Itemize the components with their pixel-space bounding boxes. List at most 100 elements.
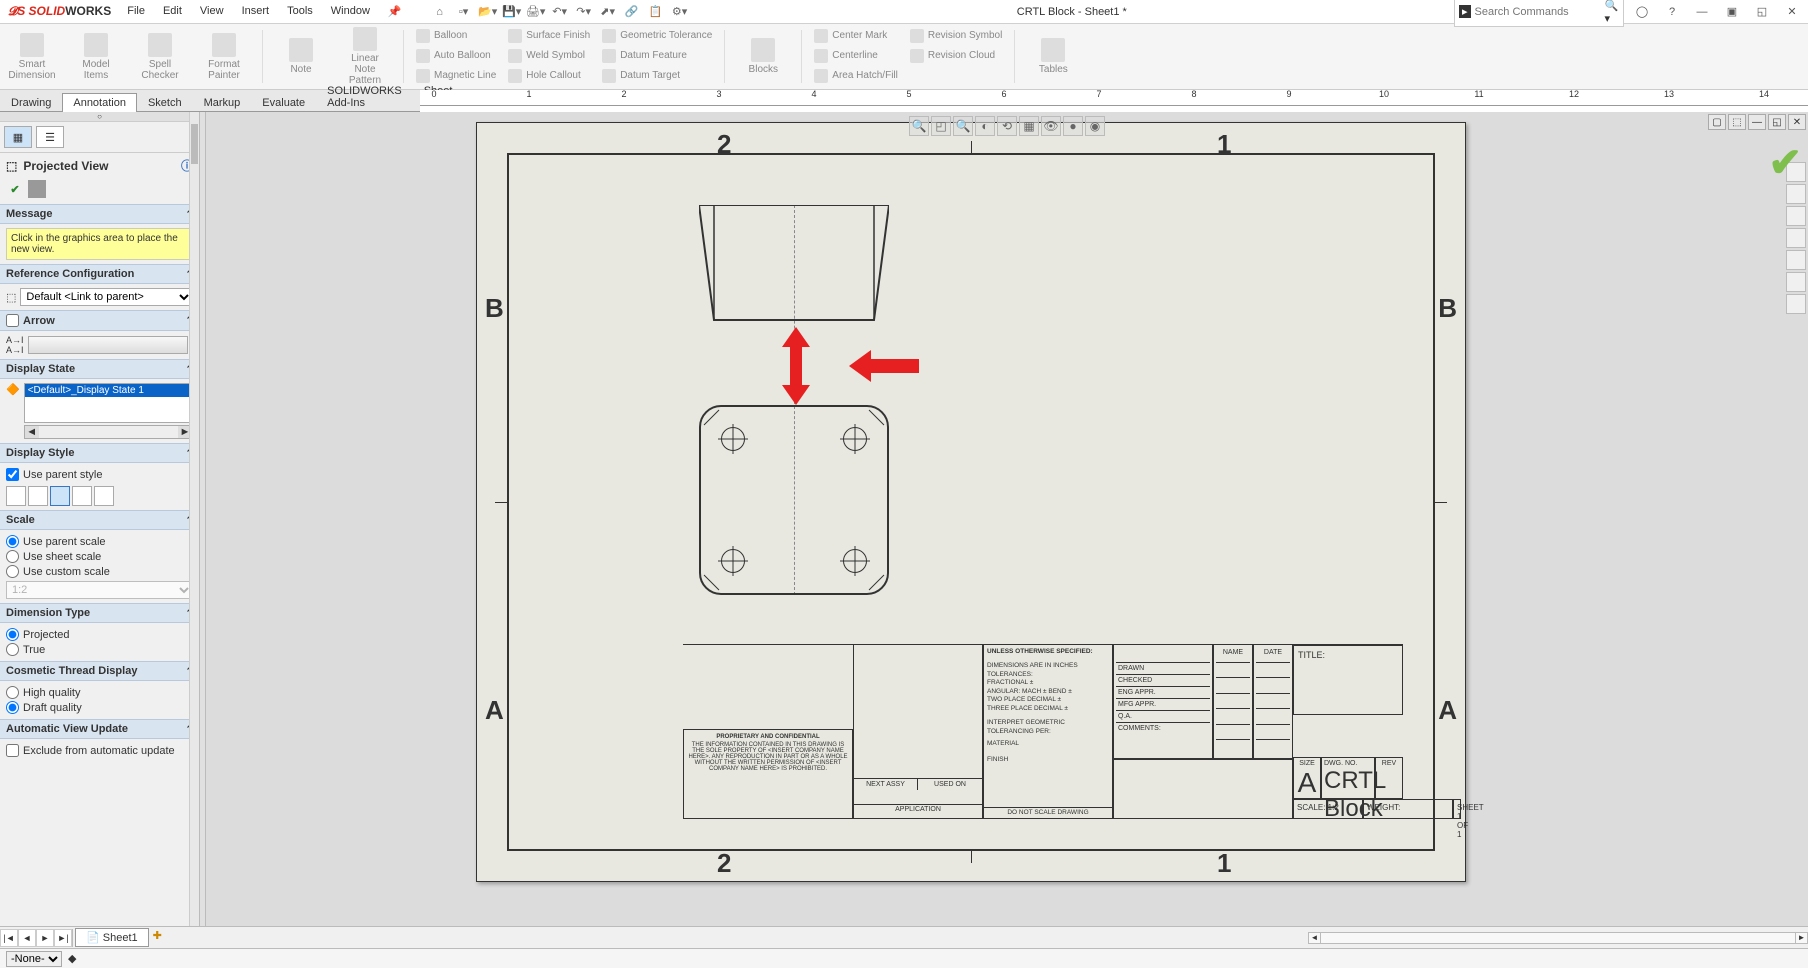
undo-icon[interactable]: ↶▾ — [550, 2, 570, 22]
search-input[interactable] — [1475, 6, 1605, 18]
weld-symbol-button[interactable]: Weld Symbol — [506, 46, 592, 65]
close-icon[interactable]: ✕ — [1780, 2, 1804, 22]
search-icon[interactable]: 🔍▾ — [1605, 0, 1619, 25]
home-icon[interactable]: ⌂ — [430, 2, 450, 22]
auto-balloon-button[interactable]: Auto Balloon — [414, 46, 498, 65]
use-parent-style-checkbox[interactable] — [6, 468, 19, 481]
menu-view[interactable]: View — [192, 2, 232, 21]
arrow-style-field[interactable] — [28, 336, 188, 354]
view-port-min-icon[interactable]: — — [1748, 114, 1766, 130]
view-port-close-icon[interactable]: ✕ — [1788, 114, 1806, 130]
rebuild-icon[interactable]: 🔗 — [622, 2, 642, 22]
true-radio[interactable] — [6, 643, 19, 656]
projected-radio[interactable] — [6, 628, 19, 641]
edit-appearance-icon[interactable]: ● — [1063, 116, 1083, 136]
use-sheet-scale-radio[interactable] — [6, 550, 19, 563]
panel-scrollbar[interactable] — [189, 112, 199, 926]
section-auto-view-update[interactable]: Automatic View Update⌃ — [0, 719, 199, 739]
display-state-scrollbar[interactable]: ◄► — [24, 425, 193, 439]
linear-note-button[interactable]: Linear Note Pattern — [341, 27, 389, 86]
feature-tree-tab-icon[interactable]: ▦ — [4, 126, 32, 148]
view-port-single-icon[interactable]: ▢ — [1708, 114, 1726, 130]
restore-icon[interactable]: ▣ — [1720, 2, 1744, 22]
confirm-corner-ok-icon[interactable]: ✔ — [1768, 140, 1802, 186]
hide-show-icon[interactable]: 👁 — [1041, 116, 1061, 136]
menu-tools[interactable]: Tools — [279, 2, 321, 21]
exclude-auto-checkbox[interactable] — [6, 744, 19, 757]
print-icon[interactable]: 🖨▾ — [526, 2, 546, 22]
user-icon[interactable]: ◯ — [1630, 2, 1654, 22]
apply-scene-icon[interactable]: ◉ — [1085, 116, 1105, 136]
display-state-selected[interactable]: <Default>_Display State 1 — [25, 384, 192, 397]
section-view-icon[interactable]: ◐ — [975, 116, 995, 136]
section-display-state[interactable]: Display State⌃ — [0, 359, 199, 379]
search-commands[interactable]: ▸ 🔍▾ — [1454, 0, 1624, 27]
balloon-button[interactable]: Balloon — [414, 26, 498, 45]
horizontal-scrollbar[interactable]: ◄► — [1308, 932, 1808, 944]
maximize-icon[interactable]: ◱ — [1750, 2, 1774, 22]
save-icon[interactable]: 💾▾ — [502, 2, 522, 22]
sheet-nav-prev-icon[interactable]: ◄ — [18, 929, 36, 947]
revision-cloud-button[interactable]: Revision Cloud — [908, 46, 1004, 65]
center-mark-button[interactable]: Center Mark — [812, 26, 900, 45]
panel-grip[interactable]: ○ — [0, 112, 199, 122]
settings-icon[interactable]: ⚙▾ — [670, 2, 690, 22]
zoom-fit-icon[interactable]: 🔍 — [909, 116, 929, 136]
tab-drawing[interactable]: Drawing — [0, 93, 62, 112]
menu-window[interactable]: Window — [323, 2, 378, 21]
revision-symbol-button[interactable]: Revision Symbol — [908, 26, 1004, 45]
spell-checker-button[interactable]: Spell Checker — [136, 33, 184, 81]
tab-evaluate[interactable]: Evaluate — [251, 93, 316, 112]
model-items-button[interactable]: Model Items — [72, 33, 120, 81]
sheet-nav-next-icon[interactable]: ► — [36, 929, 54, 947]
parent-view[interactable] — [699, 405, 889, 595]
wireframe-style-icon[interactable] — [6, 486, 26, 506]
note-button[interactable]: Note — [277, 38, 325, 75]
sheet-tab-sheet1[interactable]: 📄 Sheet1 — [75, 928, 149, 947]
property-tab-icon[interactable]: ☰ — [36, 126, 64, 148]
add-sheet-icon[interactable]: ✚ — [153, 929, 171, 947]
open-icon[interactable]: 📂▾ — [478, 2, 498, 22]
view-port-link-icon[interactable]: ⬚ — [1728, 114, 1746, 130]
shaded-style-icon[interactable] — [94, 486, 114, 506]
zoom-area-icon[interactable]: ◰ — [931, 116, 951, 136]
reference-config-select[interactable]: Default <Link to parent> — [20, 288, 193, 306]
section-reference-config[interactable]: Reference Configuration⌃ — [0, 264, 199, 284]
ok-button[interactable]: ✔ — [6, 180, 24, 198]
keep-visible-button[interactable] — [28, 180, 46, 198]
high-quality-radio[interactable] — [6, 686, 19, 699]
tab-markup[interactable]: Markup — [193, 93, 252, 112]
datum-target-button[interactable]: Datum Target — [600, 66, 714, 85]
smart-dimension-button[interactable]: Smart Dimension — [8, 33, 56, 81]
menu-edit[interactable]: Edit — [155, 2, 190, 21]
arrow-checkbox[interactable] — [6, 314, 19, 327]
redo-icon[interactable]: ↷▾ — [574, 2, 594, 22]
layer-select[interactable]: -None- — [6, 951, 62, 967]
select-icon[interactable]: ⬈▾ — [598, 2, 618, 22]
section-arrow[interactable]: Arrow⌃ — [0, 310, 199, 331]
section-display-style[interactable]: Display Style⌃ — [0, 443, 199, 463]
draft-quality-radio[interactable] — [6, 701, 19, 714]
tables-button[interactable]: Tables — [1029, 38, 1077, 75]
centerline-button[interactable]: Centerline — [812, 46, 900, 65]
sheet-nav-first-icon[interactable]: |◄ — [0, 929, 18, 947]
sheet-nav-last-icon[interactable]: ►| — [54, 929, 72, 947]
tab-sketch[interactable]: Sketch — [137, 93, 193, 112]
view-orient-icon[interactable]: ⟲ — [997, 116, 1017, 136]
section-scale[interactable]: Scale⌃ — [0, 510, 199, 530]
section-dimension-type[interactable]: Dimension Type⌃ — [0, 603, 199, 623]
menu-file[interactable]: File — [119, 2, 153, 21]
layer-icon[interactable]: ◆ — [68, 952, 76, 965]
display-style-icon[interactable]: ▦ — [1019, 116, 1039, 136]
help-icon[interactable]: ? — [1660, 2, 1684, 22]
section-message[interactable]: Message⌃ — [0, 204, 199, 224]
tab-addins[interactable]: SOLIDWORKS Add-Ins — [316, 81, 413, 112]
prev-view-icon[interactable]: 🔍 — [953, 116, 973, 136]
area-hatch-button[interactable]: Area Hatch/Fill — [812, 66, 900, 85]
format-painter-button[interactable]: Format Painter — [200, 33, 248, 81]
datum-feature-button[interactable]: Datum Feature — [600, 46, 714, 65]
surface-finish-button[interactable]: Surface Finish — [506, 26, 592, 45]
use-parent-scale-radio[interactable] — [6, 535, 19, 548]
menu-pin-icon[interactable]: 📌 — [380, 2, 410, 21]
graphics-area[interactable]: ▢ ⬚ — ◱ ✕ 🔍 ◰ 🔍 ◐ ⟲ ▦ 👁 ● ◉ ✔ — [206, 112, 1808, 926]
